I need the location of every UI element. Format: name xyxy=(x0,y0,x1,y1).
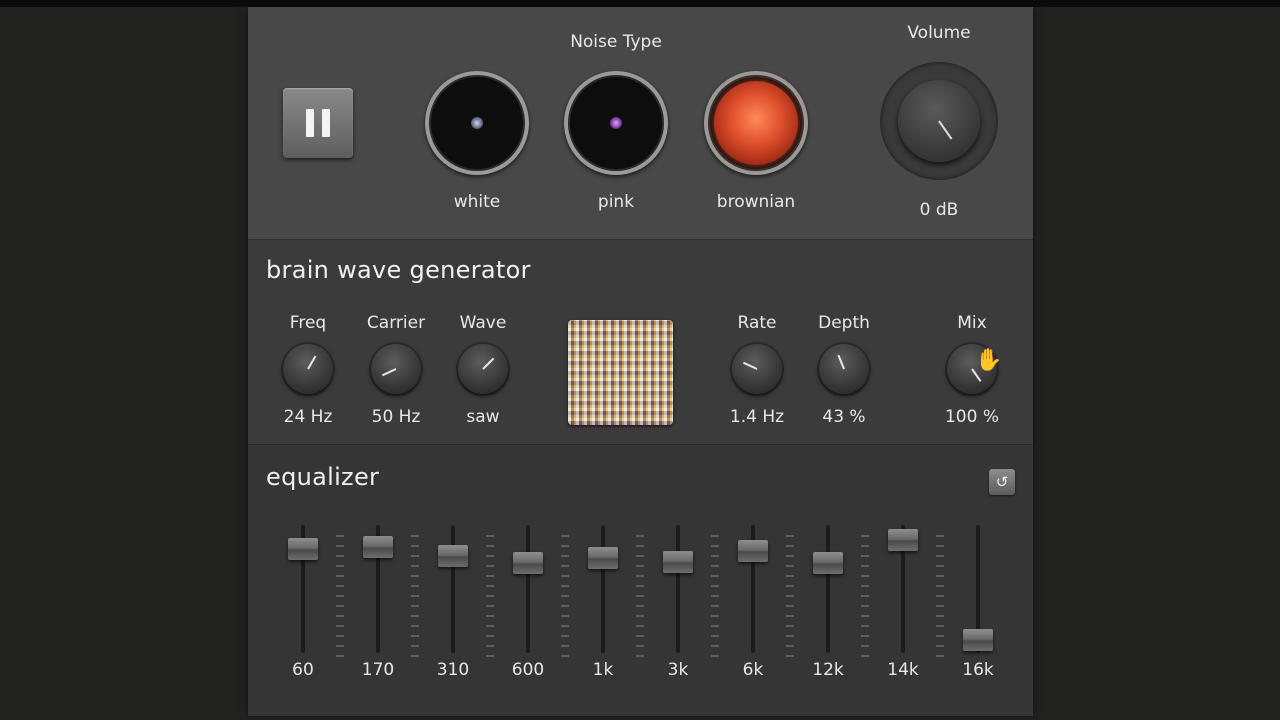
eq-slider-thumb[interactable] xyxy=(738,539,768,562)
eq-slider-thumb[interactable] xyxy=(663,550,693,573)
rate-knob-indicator xyxy=(742,361,758,370)
carrier-knob[interactable] xyxy=(371,344,421,394)
freq-label: Freq xyxy=(289,313,327,333)
pause-button[interactable] xyxy=(283,88,353,158)
equalizer-reset-button[interactable]: ↺ xyxy=(989,469,1015,495)
brownian-noise-label: brownian xyxy=(716,192,796,212)
eq-tick-marks xyxy=(486,535,494,661)
eq-slider-thumb[interactable] xyxy=(588,547,618,570)
eq-tick-marks xyxy=(336,535,344,661)
depth-knob[interactable] xyxy=(819,344,869,394)
pink-noise-label: pink xyxy=(597,192,635,212)
carrier-label: Carrier xyxy=(366,313,426,333)
eq-slider-thumb[interactable] xyxy=(513,551,543,574)
volume-knob-indicator xyxy=(938,120,953,140)
volume-label: Volume xyxy=(907,23,971,43)
eq-band-label: 310 xyxy=(436,660,470,680)
hand-cursor-icon: ✋ xyxy=(975,348,1003,373)
noise-type-heading: Noise Type xyxy=(570,32,662,52)
pink-noise-particle xyxy=(610,117,622,129)
eq-band-16k: 16k xyxy=(948,520,1008,680)
eq-slider-track[interactable] xyxy=(676,525,680,653)
rate-knob[interactable] xyxy=(732,344,782,394)
wave-knob-indicator xyxy=(482,357,495,370)
eq-band-label: 170 xyxy=(361,660,395,680)
volume-knob-ring xyxy=(880,62,998,180)
wave-value: saw xyxy=(466,407,500,427)
brain-wave-title: brain wave generator xyxy=(266,256,531,284)
white-noise-button[interactable] xyxy=(425,71,529,175)
eq-tick-marks xyxy=(861,535,869,661)
eq-tick-marks xyxy=(636,535,644,661)
brownian-noise-orb xyxy=(714,81,798,165)
top-bar xyxy=(0,0,1280,7)
eq-tick-marks xyxy=(411,535,419,661)
eq-band-label: 60 xyxy=(292,660,314,680)
eq-tick-marks xyxy=(786,535,794,661)
noise-app-panel: Noise Type white pink brownian Volume 0 … xyxy=(248,7,1033,716)
depth-label: Depth xyxy=(818,313,870,333)
freq-value: 24 Hz xyxy=(283,407,333,427)
reset-icon: ↺ xyxy=(995,473,1009,491)
mix-value: 100 % xyxy=(944,407,999,427)
mix-label: Mix xyxy=(957,313,987,333)
eq-band-label: 16k xyxy=(962,660,994,680)
eq-band-label: 1k xyxy=(592,660,614,680)
depth-value: 43 % xyxy=(822,407,866,427)
equalizer-section: equalizer ↺ 60 170 310 600 1k 3k 6k 12k 14k 16k xyxy=(248,444,1033,716)
wave-label: Wave xyxy=(459,313,507,333)
eq-tick-marks xyxy=(936,535,944,661)
eq-band-60: 60 xyxy=(273,520,333,680)
brain-wave-section: brain wave generator Freq 24 Hz Carrier … xyxy=(248,239,1033,445)
depth-knob-indicator xyxy=(837,354,845,370)
eq-slider-track[interactable] xyxy=(826,525,830,653)
eq-band-310: 310 xyxy=(423,520,483,680)
eq-band-label: 6k xyxy=(742,660,764,680)
wave-knob[interactable] xyxy=(458,344,508,394)
eq-band-label: 600 xyxy=(511,660,545,680)
rate-value: 1.4 Hz xyxy=(729,407,785,427)
eq-slider-thumb[interactable] xyxy=(813,551,843,574)
eq-band-label: 3k xyxy=(667,660,689,680)
eq-slider-track[interactable] xyxy=(526,525,530,653)
volume-knob[interactable] xyxy=(898,80,980,162)
equalizer-title: equalizer xyxy=(266,463,380,491)
carrier-knob-indicator xyxy=(381,368,397,377)
eq-band-label: 12k xyxy=(812,660,844,680)
rate-label: Rate xyxy=(737,313,777,333)
eq-band-label: 14k xyxy=(887,660,919,680)
eq-slider-thumb[interactable] xyxy=(288,538,318,561)
eq-tick-marks xyxy=(711,535,719,661)
freq-knob-indicator xyxy=(307,355,317,370)
white-noise-particle xyxy=(471,117,483,129)
eq-band-6k: 6k xyxy=(723,520,783,680)
pause-icon xyxy=(306,109,314,137)
eq-tick-marks xyxy=(561,535,569,661)
pink-noise-button[interactable] xyxy=(564,71,668,175)
eq-slider-thumb[interactable] xyxy=(888,529,918,552)
eq-slider-thumb[interactable] xyxy=(963,629,993,652)
eq-slider-track[interactable] xyxy=(601,525,605,653)
eq-band-170: 170 xyxy=(348,520,408,680)
freq-knob[interactable] xyxy=(283,344,333,394)
pause-icon-bar xyxy=(322,109,330,137)
eq-band-1k: 1k xyxy=(573,520,633,680)
eq-slider-thumb[interactable] xyxy=(438,545,468,568)
noise-section: Noise Type white pink brownian Volume 0 … xyxy=(248,7,1033,239)
volume-value: 0 dB xyxy=(919,200,959,220)
brain-wave-visualizer xyxy=(568,320,673,425)
eq-band-12k: 12k xyxy=(798,520,858,680)
brownian-noise-button[interactable] xyxy=(704,71,808,175)
eq-slider-thumb[interactable] xyxy=(363,536,393,559)
eq-band-600: 600 xyxy=(498,520,558,680)
eq-band-14k: 14k xyxy=(873,520,933,680)
eq-band-3k: 3k xyxy=(648,520,708,680)
white-noise-label: white xyxy=(453,192,501,212)
carrier-value: 50 Hz xyxy=(371,407,421,427)
